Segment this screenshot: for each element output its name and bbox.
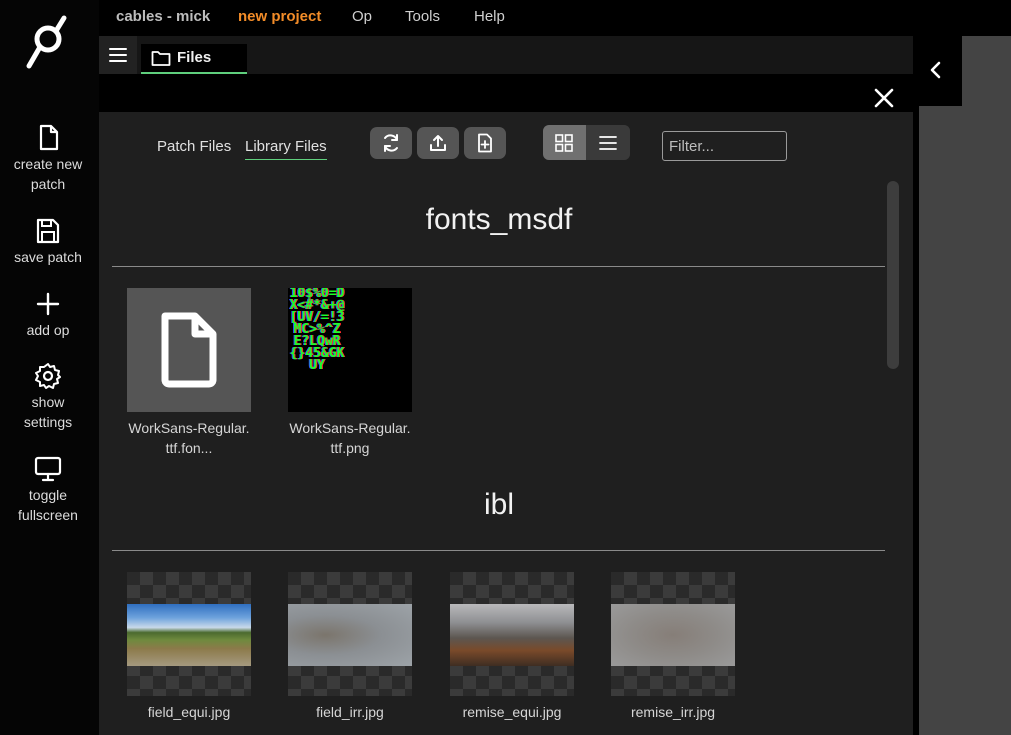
collapse-panel-button[interactable] (913, 36, 962, 106)
app-title[interactable]: cables - mick (116, 8, 210, 25)
add-op-button[interactable]: add op (0, 290, 96, 340)
menu-bar: cables - mick new project Op Tools Help (99, 0, 913, 36)
file-name-line2: ttf.fon... (165, 440, 213, 456)
panorama-image (450, 604, 574, 666)
save-icon (36, 218, 60, 244)
grid-icon (555, 134, 573, 152)
refresh-icon (384, 134, 398, 152)
file-item[interactable]: field_equi.jpg (119, 572, 259, 722)
hamburger-menu-button[interactable] (99, 36, 137, 74)
view-toggle (543, 125, 630, 160)
file-item[interactable]: remise_irr.jpg (603, 572, 743, 722)
create-new-patch-label: create new patch (13, 156, 83, 192)
upload-icon (430, 135, 446, 151)
file-thumbnail (288, 572, 412, 696)
show-settings-button[interactable]: show settings (0, 362, 96, 432)
sidebar: create new patch save patch add op show … (0, 0, 99, 735)
file-name-line2: ttf.png (330, 440, 370, 456)
file-thumbnail (450, 572, 574, 696)
panorama-image (611, 604, 735, 666)
grid-view-button[interactable] (543, 125, 586, 160)
file-name: remise_equi.jpg (462, 704, 562, 720)
tab-patch-files[interactable]: Patch Files (157, 138, 231, 155)
panorama-image (288, 604, 412, 666)
tab-files[interactable]: Files (141, 44, 247, 74)
file-thumbnail (127, 288, 251, 412)
plus-icon (36, 292, 60, 316)
file-icon (39, 124, 59, 151)
file-name: field_equi.jpg (147, 704, 231, 720)
scrollbar[interactable] (887, 181, 899, 369)
glyph-text: 10$%0=DX<#*&+@[UV/=!3MC>%^ZE?LQwR{}45&GK… (289, 288, 345, 373)
file-name: field_irr.jpg (316, 704, 384, 720)
tab-library-files[interactable]: Library Files (245, 138, 327, 160)
font-atlas-glyphs: 10$%0=DX<#*&+@[UV/=!3MC>%^ZE?LQwR{}45&GK… (288, 288, 346, 412)
file-name: remise_irr.jpg (630, 704, 716, 720)
toggle-fullscreen-button[interactable]: toggle fullscreen (0, 455, 96, 525)
gear-icon (35, 363, 61, 389)
hamburger-icon (109, 48, 127, 62)
filter-input[interactable] (662, 131, 787, 161)
section-title-fonts-msdf: fonts_msdf (425, 203, 573, 236)
add-op-label: add op (26, 322, 70, 338)
document-icon (161, 312, 217, 388)
create-new-patch-button[interactable]: create new patch (0, 124, 96, 194)
file-item[interactable]: field_irr.jpg (280, 572, 420, 722)
project-name[interactable]: new project (238, 8, 321, 25)
file-name: WorkSans-Regular. ttf.png (280, 418, 420, 458)
file-name-line1: WorkSans-Regular. (128, 420, 250, 436)
section-title-ibl: ibl (483, 488, 514, 521)
files-panel: Patch Files Library Files Filter... font… (99, 112, 913, 735)
save-patch-button[interactable]: save patch (0, 217, 96, 267)
refresh-button[interactable] (370, 127, 412, 159)
toggle-fullscreen-label: toggle fullscreen (18, 487, 78, 523)
right-panel-top (962, 36, 1011, 106)
file-item[interactable]: 10$%0=DX<#*&+@[UV/=!3MC>%^ZE?LQwR{}45&GK… (280, 288, 420, 458)
show-settings-label: show settings (23, 394, 73, 430)
section-divider (112, 266, 885, 267)
save-patch-label: save patch (14, 249, 82, 265)
file-item[interactable]: remise_equi.jpg (442, 572, 582, 722)
file-plus-icon (478, 133, 492, 153)
folder-icon (151, 51, 171, 66)
tab-bar: Files (99, 36, 913, 74)
chevron-left-icon (930, 61, 941, 79)
file-thumbnail (127, 572, 251, 696)
panorama-image (127, 604, 251, 666)
list-icon (599, 136, 617, 150)
tab-files-label: Files (177, 49, 212, 66)
file-name: WorkSans-Regular. ttf.fon... (119, 418, 259, 458)
section-divider (112, 550, 885, 551)
right-panel (919, 106, 1011, 735)
list-view-button[interactable] (586, 125, 630, 160)
file-thumbnail: 10$%0=DX<#*&+@[UV/=!3MC>%^ZE?LQwR{}45&GK… (288, 288, 412, 412)
cables-logo-icon[interactable] (22, 14, 72, 70)
file-name-line1: WorkSans-Regular. (289, 420, 411, 436)
upload-button[interactable] (417, 127, 459, 159)
file-thumbnail (611, 572, 735, 696)
new-file-button[interactable] (464, 127, 506, 159)
monitor-icon (34, 456, 62, 482)
file-item[interactable]: WorkSans-Regular. ttf.fon... (119, 288, 259, 458)
close-icon[interactable] (870, 84, 898, 112)
menu-op[interactable]: Op (352, 8, 372, 25)
menu-tools[interactable]: Tools (405, 8, 440, 25)
menu-help[interactable]: Help (474, 8, 505, 25)
